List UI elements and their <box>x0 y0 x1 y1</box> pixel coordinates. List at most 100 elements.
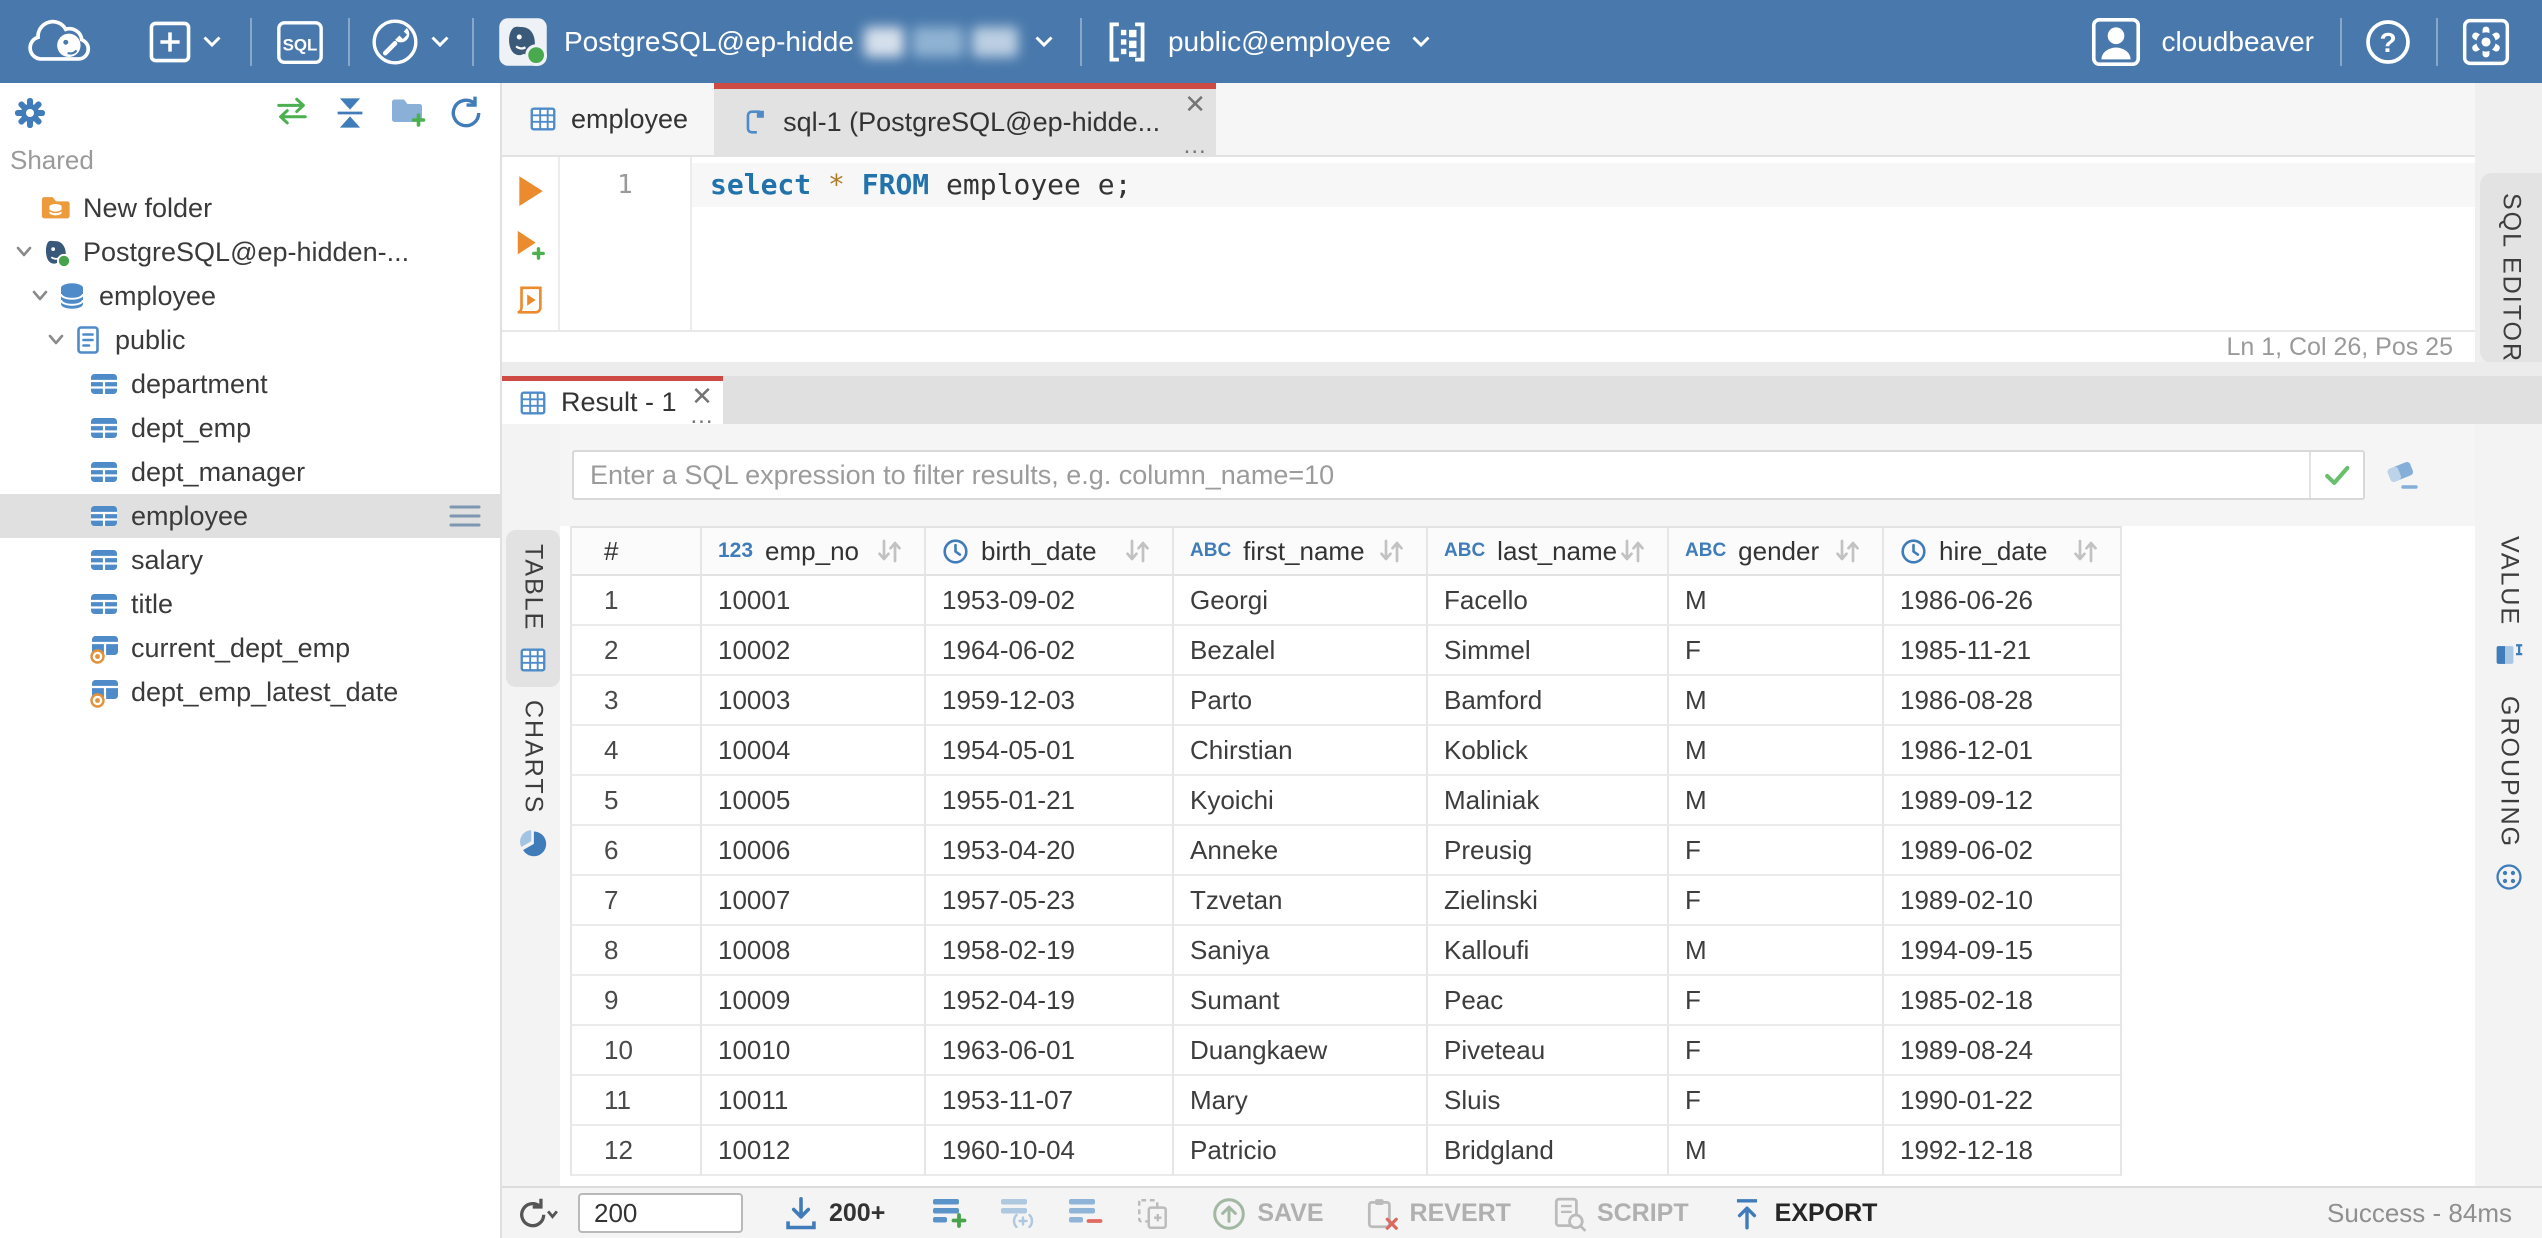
data-cell[interactable]: 10001 <box>702 576 926 626</box>
collapse-all-icon[interactable] <box>332 95 368 129</box>
data-cell[interactable]: M <box>1669 926 1884 976</box>
panel-tab-grouping[interactable]: GROUPING <box>2481 696 2537 892</box>
data-cell[interactable]: 10006 <box>702 826 926 876</box>
row-number-cell[interactable]: 12 <box>570 1126 702 1176</box>
data-cell[interactable]: 10008 <box>702 926 926 976</box>
data-cell[interactable]: Kyoichi <box>1174 776 1428 826</box>
column-header-hire_date[interactable]: hire_date <box>1884 526 2122 576</box>
row-number-cell[interactable]: 4 <box>570 726 702 776</box>
sort-icon[interactable] <box>1122 537 1152 565</box>
data-cell[interactable]: 1990-01-22 <box>1884 1076 2122 1126</box>
data-cell[interactable]: 1986-12-01 <box>1884 726 2122 776</box>
data-cell[interactable]: 10011 <box>702 1076 926 1126</box>
tree-item-salary[interactable]: salary <box>0 538 500 582</box>
tree-item-new-folder[interactable]: New folder <box>0 186 500 230</box>
tree-item-title[interactable]: title <box>0 582 500 626</box>
clear-filter-eraser-icon[interactable] <box>2383 458 2421 492</box>
splitter[interactable] <box>502 362 2542 376</box>
column-header-row-number[interactable]: # <box>570 526 702 576</box>
execute-script-icon[interactable] <box>514 285 546 317</box>
presentation-tab-charts[interactable]: CHARTS <box>506 700 560 858</box>
row-number-cell[interactable]: 1 <box>570 576 702 626</box>
data-cell[interactable]: F <box>1669 826 1884 876</box>
tree-item-public[interactable]: public <box>0 318 500 362</box>
data-cell[interactable]: M <box>1669 726 1884 776</box>
data-cell[interactable]: Saniya <box>1174 926 1428 976</box>
tree-item-department[interactable]: department <box>0 362 500 406</box>
driver-tools-button[interactable] <box>370 17 450 67</box>
data-cell[interactable]: 1957-05-23 <box>926 876 1174 926</box>
sort-icon[interactable] <box>874 537 904 565</box>
sort-icon[interactable] <box>1376 537 1406 565</box>
result-menu-icon[interactable]: ... <box>690 404 713 428</box>
data-cell[interactable]: Mary <box>1174 1076 1428 1126</box>
data-cell[interactable]: 1986-06-26 <box>1884 576 2122 626</box>
sql-editor-panel-tab[interactable]: SQL EDITOR <box>2480 173 2542 407</box>
data-cell[interactable]: 1953-04-20 <box>926 826 1174 876</box>
data-cell[interactable]: Georgi <box>1174 576 1428 626</box>
data-cell[interactable]: 10005 <box>702 776 926 826</box>
refresh-tree-icon[interactable] <box>448 95 484 129</box>
data-cell[interactable]: Facello <box>1428 576 1669 626</box>
code-area[interactable]: select * FROM employee e; <box>692 157 2475 330</box>
tab-menu-icon[interactable]: ... <box>1184 134 1207 158</box>
save-button[interactable]: SAVE <box>1211 1196 1324 1230</box>
data-cell[interactable]: 10002 <box>702 626 926 676</box>
data-cell[interactable]: 10004 <box>702 726 926 776</box>
tab-result-1[interactable]: Result - 1 ✕ ... <box>502 376 723 428</box>
row-number-cell[interactable]: 10 <box>570 1026 702 1076</box>
script-button[interactable]: SCRIPT <box>1551 1196 1689 1232</box>
data-cell[interactable]: Koblick <box>1428 726 1669 776</box>
data-cell[interactable]: 10007 <box>702 876 926 926</box>
row-number-cell[interactable]: 11 <box>570 1076 702 1126</box>
add-row-icon[interactable] <box>931 1196 967 1230</box>
tree-item-dept-emp-latest-date[interactable]: dept_emp_latest_date <box>0 670 500 714</box>
data-cell[interactable]: 1953-11-07 <box>926 1076 1174 1126</box>
data-cell[interactable]: Bamford <box>1428 676 1669 726</box>
revert-button[interactable]: REVERT <box>1364 1196 1511 1230</box>
data-cell[interactable]: Simmel <box>1428 626 1669 676</box>
row-number-cell[interactable]: 9 <box>570 976 702 1026</box>
data-cell[interactable]: 1989-02-10 <box>1884 876 2122 926</box>
column-header-gender[interactable]: ABC gender <box>1669 526 1884 576</box>
data-cell[interactable]: F <box>1669 876 1884 926</box>
data-cell[interactable]: Maliniak <box>1428 776 1669 826</box>
tree-item-menu-icon[interactable] <box>448 503 482 529</box>
data-cell[interactable]: 1959-12-03 <box>926 676 1174 726</box>
data-cell[interactable]: Zielinski <box>1428 876 1669 926</box>
sort-icon[interactable] <box>1832 537 1862 565</box>
data-cell[interactable]: 1989-09-12 <box>1884 776 2122 826</box>
data-cell[interactable]: Bezalel <box>1174 626 1428 676</box>
add-folder-icon[interactable] <box>390 95 426 129</box>
data-cell[interactable]: Bridgland <box>1428 1126 1669 1176</box>
execute-query-icon[interactable] <box>514 173 546 207</box>
data-cell[interactable]: Duangkaew <box>1174 1026 1428 1076</box>
sort-icon[interactable] <box>2070 537 2100 565</box>
tree-item-employee[interactable]: employee <box>0 494 500 538</box>
duplicate-row-icon[interactable] <box>999 1196 1035 1230</box>
data-cell[interactable]: 1985-11-21 <box>1884 626 2122 676</box>
data-cell[interactable]: M <box>1669 776 1884 826</box>
tab-employee[interactable]: employee <box>502 83 714 155</box>
data-cell[interactable]: 1952-04-19 <box>926 976 1174 1026</box>
data-cell[interactable]: Patricio <box>1174 1126 1428 1176</box>
data-cell[interactable]: Anneke <box>1174 826 1428 876</box>
data-cell[interactable]: M <box>1669 1126 1884 1176</box>
data-cell[interactable]: Piveteau <box>1428 1026 1669 1076</box>
close-tab-icon[interactable]: ✕ <box>1184 91 1206 117</box>
delete-row-icon[interactable] <box>1067 1196 1103 1230</box>
data-cell[interactable]: 1953-09-02 <box>926 576 1174 626</box>
row-limit-input[interactable] <box>578 1193 743 1233</box>
tab-sql-1[interactable]: sql-1 (PostgreSQL@ep-hidde... ✕ ... <box>714 83 1217 158</box>
schema-selector[interactable]: public@employee <box>1104 19 1431 65</box>
data-cell[interactable]: 10009 <box>702 976 926 1026</box>
help-button[interactable]: ? <box>2364 18 2412 66</box>
data-cell[interactable]: 1960-10-04 <box>926 1126 1174 1176</box>
data-cell[interactable]: Kalloufi <box>1428 926 1669 976</box>
data-cell[interactable]: F <box>1669 1026 1884 1076</box>
data-cell[interactable]: F <box>1669 1076 1884 1126</box>
data-cell[interactable]: 1985-02-18 <box>1884 976 2122 1026</box>
new-sql-editor-button[interactable]: SQL <box>276 20 324 64</box>
tree-item-dept-emp[interactable]: dept_emp <box>0 406 500 450</box>
data-cell[interactable]: 1994-09-15 <box>1884 926 2122 976</box>
